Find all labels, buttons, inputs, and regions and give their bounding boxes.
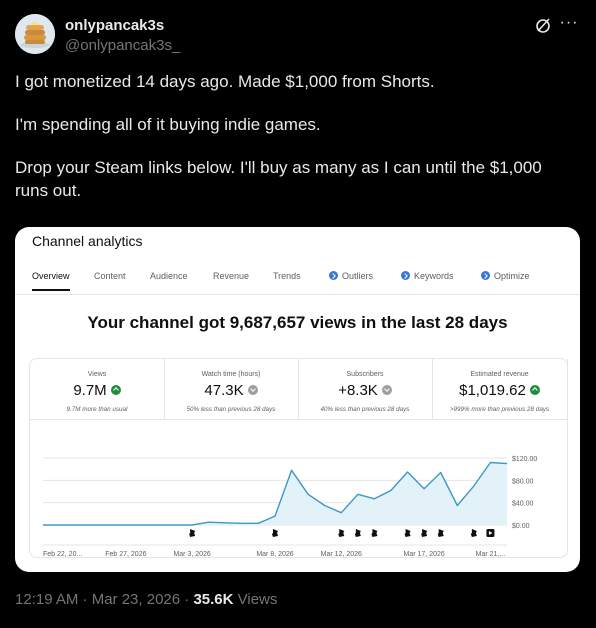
post-paragraph-3: Drop your Steam links below. I'll buy as… — [15, 158, 542, 200]
handle[interactable]: @onlypancak3s_ — [65, 37, 180, 54]
post-text: I got monetized 14 days ago. Made $1,000… — [15, 70, 575, 222]
tab-revenue[interactable]: Revenue — [213, 271, 249, 281]
tab-optimize[interactable]: Optimize — [481, 271, 530, 281]
tab-overview[interactable]: Overview — [32, 271, 70, 281]
tab-label: Audience — [150, 271, 188, 281]
display-name[interactable]: onlypancak3s — [65, 17, 164, 34]
shorts-icon — [338, 529, 345, 537]
shorts-icon — [371, 529, 378, 537]
x-tick-label: Feb 27, 2026 — [105, 551, 146, 557]
divider — [15, 294, 580, 295]
tab-label: Trends — [273, 271, 301, 281]
x-tick-label: Feb 22, 20... — [43, 551, 82, 557]
shorts-icon — [354, 529, 361, 537]
shorts-icon — [470, 529, 477, 537]
timestamp[interactable]: 12:19 AM · Mar 23, 2026 · — [15, 591, 193, 608]
analytics-screenshot[interactable]: Channel analytics Overview Content Audie… — [15, 227, 580, 572]
tab-label: Revenue — [213, 271, 250, 281]
x-tick-label: Mar 8, 2026 — [256, 551, 293, 557]
x-tick-label: Mar 12, 2026 — [321, 551, 362, 557]
analytics-tabs: Overview Content Audience Revenue Trends… — [15, 271, 580, 295]
tab-content[interactable]: Content — [94, 271, 126, 281]
tab-label: Keywords — [414, 271, 454, 281]
x-tick-label: Mar 3, 2026 — [173, 551, 210, 557]
tab-keywords[interactable]: Keywords — [401, 271, 454, 281]
analytics-headline: Your channel got 9,687,657 views in the … — [87, 313, 508, 332]
tab-label: Content — [94, 271, 126, 281]
revenue-chart: $0.00 $40.00 $80.00 $120.00 Feb 22, 20... Feb… — [43, 456, 537, 557]
more-options-icon[interactable]: ··· — [559, 15, 579, 36]
analytics-title: Channel analytics — [32, 233, 143, 249]
post-paragraph-2: I'm spending all of it buying indie game… — [15, 115, 321, 134]
stats-panel: Views 9.7M 9.7M more than usual Watch ti… — [29, 358, 568, 558]
tab-label: Optimize — [494, 271, 530, 281]
sparkle-icon — [401, 271, 410, 280]
post-paragraph-1: I got monetized 14 days ago. Made $1,000… — [15, 72, 435, 91]
post-meta: 12:19 AM · Mar 23, 2026 · 35.6K Views — [15, 591, 277, 608]
tab-label: Outliers — [342, 271, 374, 281]
sparkle-icon — [329, 271, 338, 280]
y-tick-label: $80.00 — [512, 478, 534, 485]
x-tick-label: Mar 17, 2026 — [404, 551, 445, 557]
y-tick-label: $120.00 — [512, 456, 537, 463]
views-count: 35.6K — [193, 591, 234, 608]
y-tick-label: $0.00 — [512, 523, 530, 530]
post-header: onlypancak3s @onlypancak3s_ ··· — [15, 14, 581, 58]
shorts-icon — [421, 529, 428, 537]
pancake-avatar-icon — [15, 14, 55, 54]
shorts-icon — [437, 529, 444, 537]
tab-outliers[interactable]: Outliers — [329, 271, 373, 281]
active-tab-indicator — [32, 289, 70, 291]
views-label: Views — [233, 591, 278, 608]
avatar[interactable] — [15, 14, 55, 54]
x-tick-label: Mar 21,... — [476, 551, 506, 557]
sparkle-icon — [481, 271, 490, 280]
tab-trends[interactable]: Trends — [273, 271, 301, 281]
shorts-icon — [272, 529, 278, 537]
tab-label: Overview — [32, 271, 70, 281]
grok-icon[interactable] — [533, 16, 553, 36]
shorts-icon — [189, 529, 196, 537]
tab-audience[interactable]: Audience — [150, 271, 188, 281]
shorts-icon — [404, 529, 411, 537]
y-tick-label: $40.00 — [512, 501, 534, 508]
